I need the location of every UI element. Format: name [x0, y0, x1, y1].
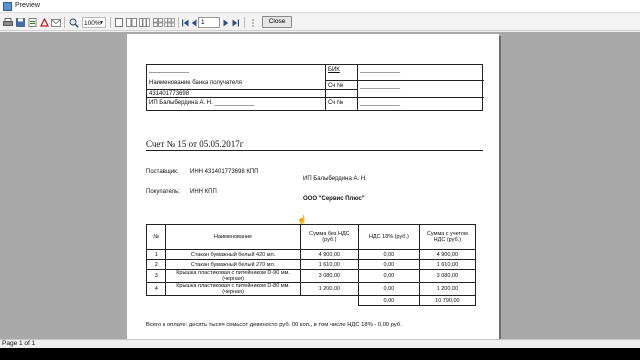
first-page-icon[interactable]	[181, 17, 189, 28]
cell: 1	[145, 249, 167, 260]
supplier-label: Поставщик:	[146, 169, 179, 175]
table-row: 2 Стакан бумажный белый 270 мл. 1 610,00…	[145, 259, 477, 270]
single-page-icon[interactable]	[114, 17, 124, 28]
preview-window: Preview 100% ▼ 1 Close ____________ Наим…	[0, 0, 640, 348]
table-row: 1 Стакан бумажный белый 420 мл. 4 900,00…	[145, 249, 477, 260]
buyer-name: ООО "Сервис Плюс"	[303, 196, 365, 202]
header-cell: Сумма с учетом НДС (руб.)	[418, 224, 477, 250]
cell: 4	[145, 282, 167, 296]
chevron-down-icon: ▼	[99, 20, 104, 26]
recipient-name: ИП Балыбердина А. Н. ____________	[149, 100, 255, 106]
bank-name-label: Наименование банка получателя	[149, 80, 242, 86]
header-cell: Сумма без НДС (руб.)	[299, 224, 360, 250]
page-info: Page 1 of 1	[2, 340, 36, 347]
status-bar: Page 1 of 1	[0, 339, 640, 348]
table-total-row: 0,00 10 790,00	[147, 295, 477, 306]
three-pages-icon[interactable]	[139, 17, 150, 28]
cell: 1 200,00	[418, 282, 477, 296]
header-cell: №	[145, 224, 167, 250]
six-pages-icon[interactable]	[164, 17, 175, 28]
supplier-inn: ИНН 431401773698 КПП	[190, 169, 259, 175]
cell: 0,00	[358, 259, 420, 270]
close-button[interactable]: Close	[262, 16, 292, 28]
bank-blank: ____________	[149, 67, 190, 73]
zoom-icon[interactable]	[68, 17, 79, 28]
buyer-label: Покупатель:	[146, 189, 180, 195]
save-icon[interactable]	[15, 17, 25, 28]
app-icon	[3, 2, 12, 11]
title-divider	[146, 150, 483, 151]
window-title: Preview	[15, 2, 40, 9]
cell: 3 080,00	[418, 269, 477, 283]
export-icon[interactable]	[27, 17, 37, 28]
cell: Стакан бумажный белый 270 мл.	[165, 259, 301, 270]
buyer-inn: ИНН КПП	[190, 189, 217, 195]
next-page-icon[interactable]	[222, 17, 229, 28]
account-value-1: ____________	[360, 83, 401, 89]
cell: 2	[145, 259, 167, 270]
toolbar: 100% ▼ 1 Close	[0, 14, 640, 31]
print-icon[interactable]	[3, 17, 13, 28]
preview-viewport[interactable]: ____________ Наименование банка получате…	[0, 32, 640, 339]
total-vat: 0,00	[358, 295, 420, 306]
bank-details-box: ____________ Наименование банка получате…	[146, 64, 484, 111]
account-label-2: Сч №	[328, 100, 344, 106]
cell: 0,00	[358, 249, 420, 260]
hand-cursor-icon: ☝	[297, 215, 307, 224]
page-number-input[interactable]	[198, 17, 220, 28]
table-row: 3 Крышка пластиковая с питейником D-90 м…	[145, 269, 477, 283]
supplier-name: ИП Балыбердина А. Н.	[303, 176, 367, 182]
last-page-icon[interactable]	[231, 17, 239, 28]
cell: 0,00	[358, 269, 420, 283]
four-pages-icon[interactable]	[152, 17, 163, 28]
prev-page-icon[interactable]	[190, 17, 197, 28]
two-pages-icon[interactable]	[126, 17, 137, 28]
cell: Стакан бумажный белый 420 мл.	[165, 249, 301, 260]
items-table: № Наименование Сумма без НДС (руб.) НДС …	[145, 224, 477, 306]
cell: 1 610,00	[299, 259, 360, 270]
account-value-2: ____________	[360, 100, 401, 106]
cell: 4 900,00	[418, 249, 477, 260]
cell: Крышка пластиковая с питейником D-90 мм.…	[165, 269, 301, 283]
cell: 0,00	[358, 282, 420, 296]
invoice-page: ____________ Наименование банка получате…	[127, 34, 499, 339]
email-icon[interactable]	[51, 17, 61, 28]
cell: 4 900,00	[299, 249, 360, 260]
header-cell: НДС 18% (руб.)	[358, 224, 420, 250]
cell: 3 080,00	[299, 269, 360, 283]
invoice-title: Счет № 15 от 05.05.2017г	[146, 139, 244, 149]
pdf-icon[interactable]	[39, 17, 49, 28]
cell: Крышка пластиковая с питейником D-80 мм.…	[165, 282, 301, 296]
header-cell: Наименование	[165, 224, 301, 250]
cell: 1 610,00	[418, 259, 477, 270]
zoom-select[interactable]: 100% ▼	[82, 17, 106, 28]
bik-value: ____________	[360, 67, 401, 73]
bik-label: БИК	[328, 67, 340, 73]
cell: 3	[145, 269, 167, 283]
title-bar: Preview	[0, 0, 640, 13]
table-row: 4 Крышка пластиковая с питейником D-80 м…	[145, 282, 477, 296]
total-sum: 10 790,00	[418, 295, 477, 306]
cell: 1 200,00	[299, 282, 360, 296]
table-header-row: № Наименование Сумма без НДС (руб.) НДС …	[145, 224, 477, 250]
payment-summary: Всего к оплате: десять тысяч семьсот дев…	[146, 322, 402, 328]
recipient-inn: 431401773698	[149, 91, 190, 97]
grip-icon	[249, 17, 257, 28]
account-label-1: Сч №	[328, 83, 344, 89]
